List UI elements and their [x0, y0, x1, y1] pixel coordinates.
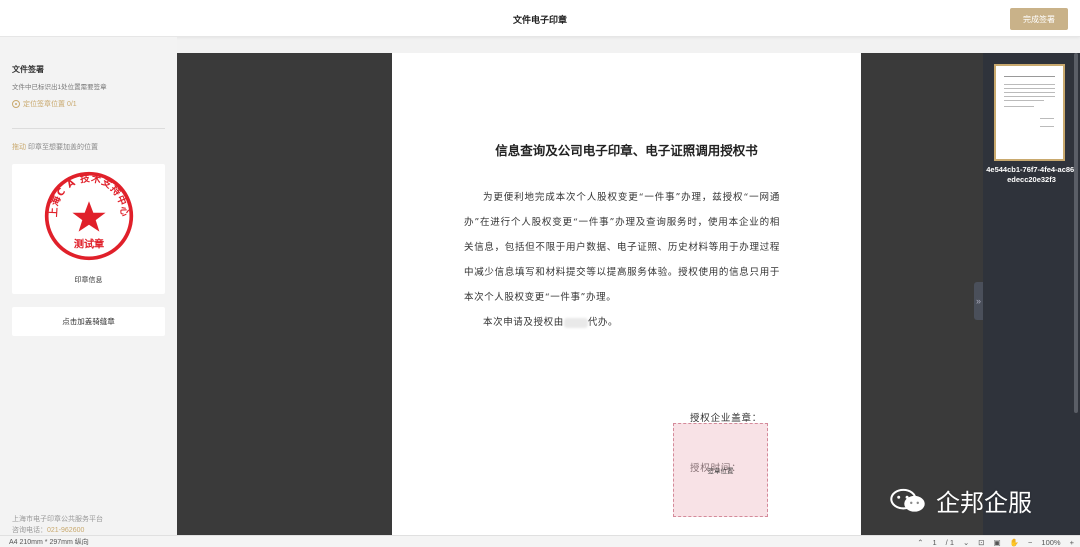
watermark-text: 企邦企服 — [936, 489, 1032, 517]
drag-tip: 拖动 印章至想要加盖的位置 — [12, 142, 98, 152]
document-viewer[interactable]: 信息查询及公司电子印章、电子证照调用授权书 为更便利地完成本次个人股权变更“一件… — [177, 53, 983, 535]
collapse-thumbnails-button[interactable]: » — [974, 282, 983, 320]
page-current[interactable]: 1 — [932, 538, 936, 547]
document-paragraph: 本次申请及授权由 代办。 — [464, 310, 780, 335]
watermark: 企邦企服 — [888, 483, 1032, 518]
zoom-out-icon[interactable]: − — [1028, 538, 1032, 547]
agent-text-end: 代办。 — [587, 317, 619, 328]
seal-card[interactable]: 上海C A 技术支持中心 测试章 印章信息 — [12, 164, 165, 294]
page-title: 文件电子印章 — [512, 15, 567, 25]
thumbnail-panel: 4e544cb1-76f7-4fe4-ac86-edecc20e32f3 — [983, 53, 1080, 535]
agent-text-start: 本次申请及授权由 — [483, 317, 564, 328]
zoom-level: 100% — [1041, 537, 1061, 547]
seal-image[interactable]: 上海C A 技术支持中心 测试章 — [43, 170, 135, 262]
sign-section-title: 文件签署 — [12, 65, 44, 74]
drag-tip-text: 印章至想要加盖的位置 — [27, 144, 98, 151]
wechat-icon — [890, 488, 925, 512]
document-body: 为更便利地完成本次个人股权变更“一件事”办理，兹授权“一网通办”在进行个人股权变… — [464, 185, 780, 335]
signature-drop-area[interactable]: 签章位置 — [673, 423, 768, 517]
page-thumbnail[interactable] — [994, 64, 1065, 161]
locate-seal-position-link[interactable]: 定位签章位置 0/1 — [12, 99, 77, 109]
signature-area-label: 签章位置 — [707, 468, 734, 475]
complete-signing-button[interactable]: 完成签署 — [1010, 8, 1068, 30]
locate-label: 定位签章位置 0/1 — [23, 101, 77, 108]
next-page-icon[interactable]: ⌄ — [963, 538, 969, 547]
add-riding-seal-button[interactable]: 点击加盖骑缝章 — [12, 307, 165, 336]
drag-accent: 拖动 — [12, 144, 26, 151]
zoom-in-icon[interactable]: + — [1070, 538, 1074, 547]
hotline: 咨询电话：021-962600 — [12, 525, 84, 535]
authorized-seal-label: 授权企业盖章： — [690, 413, 763, 424]
redacted-name — [563, 317, 588, 328]
page-size-info: A4 210mm * 297mm 纵向 — [9, 539, 89, 546]
sign-description: 文件中已标识出1处位置需要签章 — [12, 84, 107, 91]
hand-tool-icon[interactable]: ✋ — [1010, 538, 1019, 547]
previous-page-icon[interactable]: ⌃ — [917, 538, 923, 547]
chevron-right-icon: » — [975, 296, 981, 306]
hotline-number[interactable]: 021-962600 — [47, 527, 84, 534]
document-page[interactable]: 信息查询及公司电子印章、电子证照调用授权书 为更便利地完成本次个人股权变更“一件… — [392, 53, 861, 535]
fit-width-icon[interactable]: ▣ — [994, 538, 1001, 547]
hotline-label: 咨询电话： — [12, 527, 47, 534]
target-icon — [12, 100, 20, 108]
seal-info-label: 印章信息 — [74, 277, 103, 284]
document-paragraph: 为更便利地完成本次个人股权变更“一件事”办理，兹授权“一网通办”在进行个人股权变… — [464, 192, 780, 303]
scrollbar[interactable] — [1074, 53, 1078, 413]
divider — [12, 128, 165, 129]
document-title: 信息查询及公司电子印章、电子证照调用授权书 — [495, 143, 758, 158]
viewer-controls: ⌃ 1 / 1 ⌄ ⊡ ▣ ✋ − 100% + — [917, 536, 1074, 547]
platform-name: 上海市电子印章公共服务平台 — [12, 516, 103, 523]
status-bar: A4 210mm * 297mm 纵向 ⌃ 1 / 1 ⌄ ⊡ ▣ ✋ − 10… — [0, 535, 1080, 547]
signing-sidebar: 文件签署 文件中已标识出1处位置需要签章 定位签章位置 0/1 拖动 印章至想要… — [0, 37, 177, 535]
page-total: / 1 — [945, 537, 954, 547]
svg-text:测试章: 测试章 — [74, 237, 104, 250]
top-bar: 文件电子印章 完成签署 — [0, 0, 1080, 37]
thumbnail-file-name: 4e544cb1-76f7-4fe4-ac86-edecc20e32f3 — [986, 165, 1077, 184]
fit-page-icon[interactable]: ⊡ — [978, 538, 984, 547]
